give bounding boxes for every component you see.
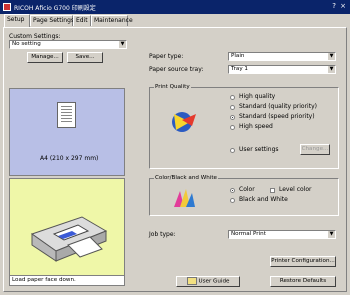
option-color: Color — [239, 186, 255, 193]
setup-panel: Custom Settings: No setting ▼ Manage... … — [3, 27, 347, 292]
paper-preview: A4 (210 x 297 mm) — [9, 88, 125, 176]
manage-button[interactable]: Manage... — [27, 52, 63, 63]
paper-size-label: A4 (210 x 297 mm) — [40, 155, 99, 162]
option-standard-quality: Standard (quality priority) — [239, 103, 317, 110]
chevron-down-icon: ▼ — [118, 41, 126, 48]
option-standard-speed: Standard (speed priority) — [239, 113, 315, 120]
paper-source-value: Tray 1 — [231, 66, 248, 72]
tab-setup[interactable]: Setup — [4, 14, 30, 27]
radio-standard-speed[interactable] — [230, 115, 235, 120]
custom-settings-label: Custom Settings: — [9, 33, 61, 40]
help-close-icons[interactable]: ? × — [332, 2, 347, 10]
print-quality-legend: Print Quality — [154, 84, 191, 90]
paper-type-label: Paper type: — [149, 53, 184, 60]
printer-configuration-button[interactable]: Printer Configuration... — [270, 256, 336, 267]
restore-defaults-button[interactable]: Restore Defaults — [270, 276, 336, 287]
printer-icon — [30, 216, 108, 262]
tab-page-settings[interactable]: Page Settings — [30, 15, 74, 26]
printer-app-icon — [3, 3, 11, 11]
user-guide-label: User Guide — [198, 278, 230, 285]
job-type-value: Normal Print — [231, 231, 266, 237]
radio-high-speed[interactable] — [230, 125, 235, 130]
custom-settings-select[interactable]: No setting ▼ — [9, 40, 127, 49]
page-icon — [57, 102, 76, 128]
option-level-color: Level color — [279, 186, 312, 193]
level-color-checkbox[interactable] — [270, 188, 275, 193]
quality-dart-icon — [172, 112, 196, 132]
change-button[interactable]: Change... — [300, 144, 330, 155]
color-legend: Color/Black and White — [154, 175, 218, 181]
user-guide-button[interactable]: User Guide — [176, 276, 240, 287]
status-line: Load paper face down. — [10, 275, 124, 285]
printer-preview: Load paper face down. — [9, 178, 125, 286]
chevron-down-icon: ▼ — [327, 231, 335, 238]
job-type-select[interactable]: Normal Print ▼ — [228, 230, 336, 239]
custom-settings-value: No setting — [12, 41, 41, 47]
job-type-label: Job type: — [149, 231, 176, 238]
print-quality-group: Print Quality High quality Standard (qua… — [149, 84, 339, 169]
paper-type-value: Plain — [231, 53, 245, 59]
tab-maintenance[interactable]: Maintenance — [91, 15, 133, 26]
save-button[interactable]: Save... — [67, 52, 103, 63]
radio-black-white[interactable] — [230, 198, 235, 203]
color-splash-icon — [174, 189, 195, 207]
radio-standard-quality[interactable] — [230, 105, 235, 110]
radio-user-settings[interactable] — [230, 148, 235, 153]
book-icon — [186, 277, 197, 285]
chevron-down-icon: ▼ — [327, 66, 335, 73]
title-bar: RICOH Aficio G700 印刷設定 ? × — [0, 0, 350, 14]
option-black-white: Black and White — [239, 196, 288, 203]
tab-edit[interactable]: Edit — [73, 15, 91, 26]
option-user-settings: User settings — [239, 146, 279, 153]
paper-source-label: Paper source tray: — [149, 66, 204, 73]
chevron-down-icon: ▼ — [327, 53, 335, 60]
option-high-speed: High speed — [239, 123, 273, 130]
option-high-quality: High quality — [239, 93, 276, 100]
color-group: Color/Black and White Color Level color … — [149, 175, 339, 216]
radio-color[interactable] — [230, 188, 235, 193]
paper-type-select[interactable]: Plain ▼ — [228, 52, 336, 61]
radio-high-quality[interactable] — [230, 95, 235, 100]
paper-source-select[interactable]: Tray 1 ▼ — [228, 65, 336, 74]
window-title: RICOH Aficio G700 印刷設定 — [14, 5, 96, 12]
